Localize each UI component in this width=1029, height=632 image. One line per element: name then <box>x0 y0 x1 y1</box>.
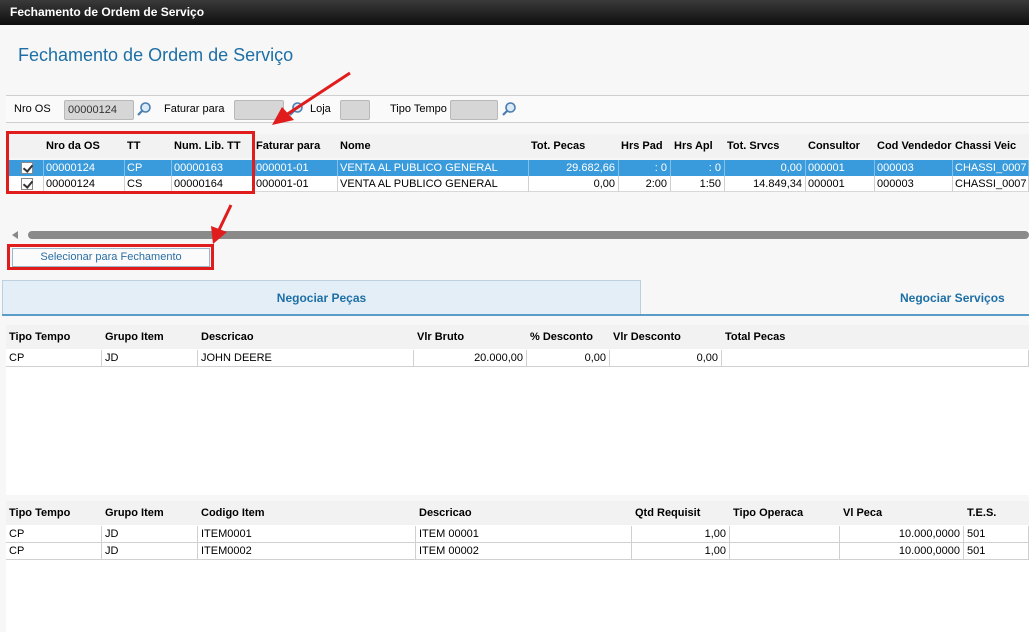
tipo-tempo-input[interactable] <box>450 100 498 120</box>
column-header[interactable]: Vlr Bruto <box>417 331 464 343</box>
table-cell: 000001-01 <box>254 176 338 192</box>
window-title: Fechamento de Ordem de Serviço <box>10 5 205 19</box>
column-header[interactable]: % Desconto <box>530 331 593 343</box>
table-cell: CP <box>6 350 102 367</box>
column-header[interactable]: Grupo Item <box>105 507 164 519</box>
scroll-left-arrow-icon[interactable] <box>12 231 18 239</box>
tab-negociar-pecas[interactable]: Negociar Peças <box>2 280 641 315</box>
tab-divider <box>2 314 1029 316</box>
column-header[interactable]: Hrs Apl <box>674 140 713 152</box>
table-cell: 14.849,34 <box>725 176 806 192</box>
table-cell <box>730 543 840 560</box>
faturar-para-label: Faturar para <box>164 103 225 115</box>
table-cell: 29.682,66 <box>529 160 619 176</box>
column-header[interactable]: Hrs Pad <box>621 140 663 152</box>
column-header[interactable]: Nome <box>340 140 371 152</box>
table-cell: ITEM0002 <box>198 543 416 560</box>
table-cell: VENTA AL PUBLICO GENERAL <box>338 176 529 192</box>
table-cell: 0,00 <box>725 160 806 176</box>
column-header[interactable]: Faturar para <box>256 140 320 152</box>
table-cell: ITEM 00001 <box>416 526 632 543</box>
table-cell: 000001-01 <box>254 160 338 176</box>
pecas-grid: Tipo Tempo Grupo Item Descricao Vlr Brut… <box>6 325 1029 495</box>
table-cell: VENTA AL PUBLICO GENERAL <box>338 160 529 176</box>
column-header[interactable]: T.E.S. <box>967 507 996 519</box>
table-cell: 2:00 <box>619 176 671 192</box>
tipo-tempo-label: Tipo Tempo <box>390 103 447 115</box>
column-header[interactable]: Codigo Item <box>201 507 265 519</box>
table-row[interactable]: CP JD ITEM0002 ITEM 00002 1,00 10.000,00… <box>6 543 1029 560</box>
table-cell: : 0 <box>671 160 725 176</box>
table-row[interactable]: CP JD ITEM0001 ITEM 00001 1,00 10.000,00… <box>6 526 1029 543</box>
table-cell: 20.000,00 <box>414 350 527 367</box>
column-header[interactable]: Tipo Tempo <box>9 331 70 343</box>
table-cell <box>722 350 1029 367</box>
table-cell: : 0 <box>619 160 671 176</box>
table-cell: 0,00 <box>527 350 610 367</box>
table-cell <box>730 526 840 543</box>
column-header[interactable]: Grupo Item <box>105 331 164 343</box>
table-cell: 1,00 <box>632 543 730 560</box>
column-header[interactable]: Tot. Srvcs <box>727 140 779 152</box>
table-cell: 000003 <box>875 160 953 176</box>
itens-grid: Tipo Tempo Grupo Item Codigo Item Descri… <box>6 501 1029 632</box>
column-header[interactable]: Total Pecas <box>725 331 785 343</box>
filter-bar: Nro OS 00000124 Faturar para Loja Tipo T… <box>6 95 1029 123</box>
search-icon[interactable] <box>136 101 152 117</box>
table-cell: 000001 <box>806 176 875 192</box>
annotation-highlight-box <box>7 244 214 270</box>
column-header[interactable]: Tipo Operaca <box>733 507 803 519</box>
table-row[interactable]: CP JD JOHN DEERE 20.000,00 0,00 0,00 <box>6 350 1029 367</box>
table-cell: CHASSI_0007 <box>953 160 1029 176</box>
column-header[interactable]: Cod Vendedor <box>877 140 952 152</box>
column-header[interactable]: Qtd Requisit <box>635 507 700 519</box>
table-cell: 0,00 <box>529 176 619 192</box>
table-cell: 000001 <box>806 160 875 176</box>
table-cell: JD <box>102 543 198 560</box>
table-cell: 000003 <box>875 176 953 192</box>
table-cell: ITEM0001 <box>198 526 416 543</box>
table-cell: CP <box>6 543 102 560</box>
column-header[interactable]: Consultor <box>808 140 860 152</box>
search-icon[interactable] <box>501 101 517 117</box>
column-header[interactable]: Vlr Desconto <box>613 331 681 343</box>
table-cell: JOHN DEERE <box>198 350 414 367</box>
table-cell: 0,00 <box>610 350 722 367</box>
column-header[interactable]: Tot. Pecas <box>531 140 585 152</box>
column-header[interactable]: Descricao <box>201 331 254 343</box>
table-cell: 1,00 <box>632 526 730 543</box>
scrollbar-thumb[interactable] <box>28 231 1029 239</box>
table-cell: JD <box>102 350 198 367</box>
column-header[interactable]: Chassi Veic <box>955 140 1016 152</box>
annotation-arrow-icon <box>211 204 233 244</box>
table-cell: CP <box>6 526 102 543</box>
main-area: Fechamento de Ordem de Serviço Nro OS 00… <box>0 25 1029 632</box>
annotation-highlight-box <box>6 131 255 194</box>
itens-grid-header: Tipo Tempo Grupo Item Codigo Item Descri… <box>6 501 1029 525</box>
table-cell: 10.000,0000 <box>840 526 964 543</box>
horizontal-scrollbar[interactable] <box>12 228 1029 242</box>
pecas-grid-header: Tipo Tempo Grupo Item Descricao Vlr Brut… <box>6 325 1029 349</box>
window-title-bar: Fechamento de Ordem de Serviço <box>0 0 1029 25</box>
column-header[interactable]: Vl Peca <box>843 507 882 519</box>
table-cell: JD <box>102 526 198 543</box>
table-cell: 1:50 <box>671 176 725 192</box>
table-cell: 501 <box>964 543 1029 560</box>
annotation-arrow-icon <box>272 71 351 125</box>
column-header[interactable]: Descricao <box>419 507 472 519</box>
nro-os-label: Nro OS <box>14 103 51 115</box>
column-header[interactable]: Tipo Tempo <box>9 507 70 519</box>
tab-negociar-servicos[interactable]: Negociar Serviços <box>900 291 1005 305</box>
page-title: Fechamento de Ordem de Serviço <box>18 45 294 65</box>
table-cell: 10.000,0000 <box>840 543 964 560</box>
table-cell: CHASSI_0007 <box>953 176 1029 192</box>
nro-os-input[interactable]: 00000124 <box>64 100 134 120</box>
table-cell: 501 <box>964 526 1029 543</box>
table-cell: ITEM 00002 <box>416 543 632 560</box>
